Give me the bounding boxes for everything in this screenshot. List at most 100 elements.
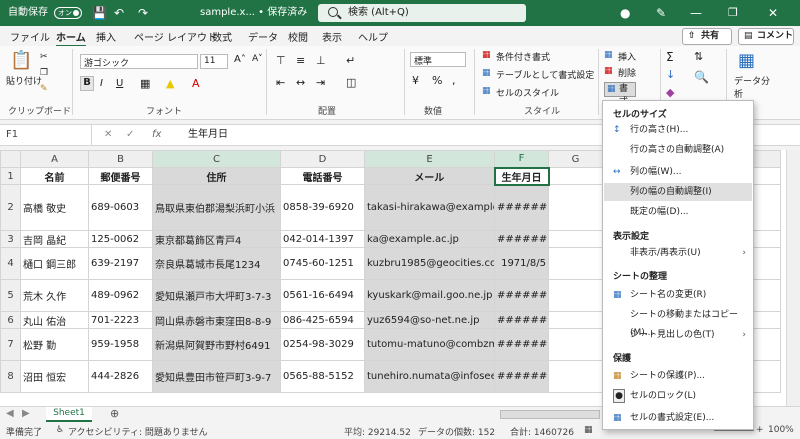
menu-item-column-autofit[interactable]: 列の幅の自動調整(I): [604, 183, 752, 201]
share-button[interactable]: ⇧ 共有: [682, 28, 732, 45]
cell[interactable]: #######: [494, 328, 549, 361]
cell[interactable]: tutomu-matuno@combzmail.jp: [364, 328, 495, 361]
cell[interactable]: 愛知県豊田市笹戸町3-9-7: [152, 360, 281, 393]
fill-color-icon[interactable]: ▲: [166, 77, 174, 90]
italic-button[interactable]: I: [100, 78, 103, 89]
row-header[interactable]: 5: [0, 279, 21, 312]
cell[interactable]: 0254-98-3029: [280, 328, 365, 361]
column-header[interactable]: B: [88, 150, 153, 168]
tab-review[interactable]: 校閲: [288, 29, 308, 44]
cell[interactable]: 吉岡 晶紀: [20, 230, 89, 248]
row-header[interactable]: 1: [0, 167, 21, 185]
zoom-slider[interactable]: [714, 430, 754, 431]
formula-input[interactable]: 生年月日: [188, 125, 228, 145]
paste-label[interactable]: 貼り付け: [6, 74, 42, 87]
cell[interactable]: 444-2826: [88, 360, 153, 393]
menu-item-format-cells[interactable]: ▦ セルの書式設定(E)...: [604, 409, 752, 427]
table-format-button[interactable]: テーブルとして書式設定: [496, 68, 594, 81]
cell[interactable]: 愛知県瀬戸市大坪町3-7-3: [152, 279, 281, 312]
minimize-icon[interactable]: —: [690, 0, 702, 26]
cell[interactable]: 042-014-1397: [280, 230, 365, 248]
cell[interactable]: #######: [494, 360, 549, 393]
next-sheet-icon[interactable]: ▶: [22, 408, 30, 419]
cell[interactable]: 東京都葛飾区青戸4: [152, 230, 281, 248]
row-header[interactable]: 2: [0, 184, 21, 231]
find-select-icon[interactable]: 🔍: [694, 70, 709, 84]
prev-sheet-icon[interactable]: ◀: [6, 408, 14, 419]
cell[interactable]: 岡山県赤磐市東窪田8-8-9: [152, 311, 281, 329]
cell[interactable]: [548, 247, 603, 280]
restore-icon[interactable]: ❐: [728, 0, 738, 26]
cell[interactable]: 959-1958: [88, 328, 153, 361]
cell[interactable]: [548, 360, 603, 393]
select-all-corner[interactable]: [0, 150, 21, 168]
cell[interactable]: 丸山 佑治: [20, 311, 89, 329]
search-input[interactable]: 検索 (Alt+Q): [318, 4, 526, 22]
cell[interactable]: #######: [494, 184, 549, 231]
cell[interactable]: kuzbru1985@geocities.com: [364, 247, 495, 280]
align-top-icon[interactable]: ⊤: [276, 54, 286, 67]
cell[interactable]: 奈良県葛城市長尾1234: [152, 247, 281, 280]
bold-button[interactable]: B: [80, 76, 94, 91]
function-icon[interactable]: fx: [152, 125, 161, 145]
currency-icon[interactable]: ¥: [412, 74, 419, 87]
vertical-scrollbar[interactable]: [786, 150, 800, 406]
tab-help[interactable]: ヘルプ: [358, 29, 388, 44]
cell[interactable]: yuz6594@so-net.ne.jp: [364, 311, 495, 329]
cell[interactable]: [548, 184, 603, 231]
accessibility-status[interactable]: アクセシビリティ: 問題ありません: [68, 425, 208, 438]
cell[interactable]: 0858-39-6920: [280, 184, 365, 231]
paste-icon[interactable]: 📋: [10, 50, 32, 71]
cell[interactable]: [548, 167, 603, 185]
fill-icon[interactable]: ↓: [666, 68, 675, 81]
tab-insert[interactable]: 挿入: [96, 29, 116, 44]
column-header[interactable]: A: [20, 150, 89, 168]
format-button[interactable]: ▦書式: [604, 82, 636, 107]
comment-button[interactable]: ▤ コメント: [738, 28, 794, 45]
tab-data[interactable]: データ: [248, 29, 278, 44]
cell[interactable]: 125-0062: [88, 230, 153, 248]
align-left-icon[interactable]: ⇤: [276, 76, 285, 89]
add-sheet-icon[interactable]: ⊕: [110, 407, 119, 420]
clear-icon[interactable]: ◆: [666, 86, 674, 99]
cell[interactable]: [548, 328, 603, 361]
font-shrink-icon[interactable]: A˅: [252, 54, 263, 64]
cell[interactable]: 0745-60-1251: [280, 247, 365, 280]
comma-icon[interactable]: ,: [452, 74, 456, 87]
data-analysis-icon[interactable]: ▦: [738, 50, 755, 71]
cancel-icon[interactable]: ✕: [104, 129, 112, 140]
row-header[interactable]: 8: [0, 360, 21, 393]
autosave-toggle[interactable]: オン: [54, 7, 82, 19]
percent-icon[interactable]: %: [432, 74, 442, 87]
font-name-select[interactable]: 游ゴシック: [80, 54, 198, 69]
underline-button[interactable]: U: [116, 78, 123, 89]
menu-item-tab-color[interactable]: シート見出しの色(T) ›: [604, 326, 752, 344]
cell[interactable]: #######: [494, 311, 549, 329]
delete-button[interactable]: 削除: [618, 66, 636, 79]
redo-icon[interactable]: ↷: [138, 0, 148, 26]
column-header[interactable]: E: [364, 150, 495, 168]
menu-item-row-height[interactable]: ↕ 行の高さ(H)...: [604, 121, 752, 139]
menu-item-rename-sheet[interactable]: ▦ シート名の変更(R): [604, 286, 752, 304]
menu-item-move-copy[interactable]: シートの移動またはコピー(M)...: [604, 306, 752, 338]
menu-item-lock-cell[interactable]: ● セルのロック(L): [604, 387, 752, 405]
cell[interactable]: [548, 311, 603, 329]
cell[interactable]: 701-2223: [88, 311, 153, 329]
save-icon[interactable]: 💾: [92, 0, 107, 26]
cell[interactable]: 0565-88-5152: [280, 360, 365, 393]
cell[interactable]: 1971/8/5: [494, 247, 549, 280]
row-header[interactable]: 3: [0, 230, 21, 248]
column-header[interactable]: F: [494, 150, 549, 168]
column-header[interactable]: C: [152, 150, 281, 168]
name-box[interactable]: F1: [0, 125, 92, 145]
cell[interactable]: 住所: [152, 167, 281, 185]
cell[interactable]: 086-425-6594: [280, 311, 365, 329]
zoom-in-icon[interactable]: +: [756, 425, 764, 435]
cell[interactable]: ka@example.ac.jp: [364, 230, 495, 248]
border-icon[interactable]: ▦: [140, 77, 150, 90]
font-color-icon[interactable]: A: [192, 77, 200, 90]
normal-view-icon[interactable]: ▦: [584, 425, 593, 435]
cell[interactable]: 沼田 恒宏: [20, 360, 89, 393]
tab-page-layout[interactable]: ページ レイアウト: [134, 29, 217, 44]
cell[interactable]: 松野 勤: [20, 328, 89, 361]
